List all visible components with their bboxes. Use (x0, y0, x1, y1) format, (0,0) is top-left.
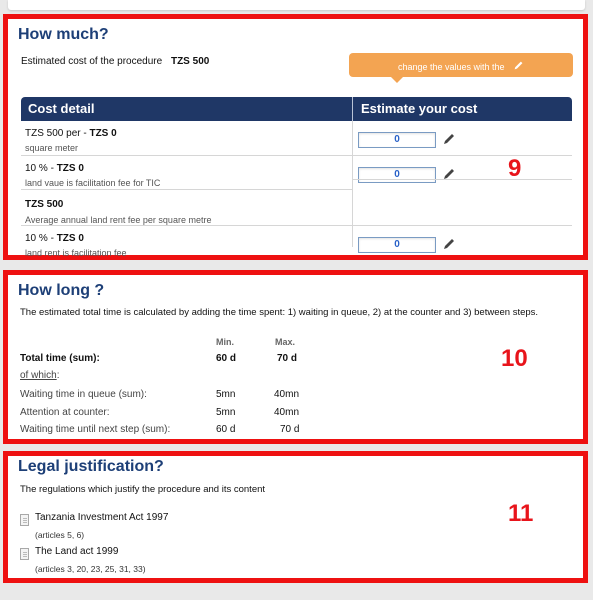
cost-row-2-amount: TZS 0 (56, 163, 84, 174)
row-divider (353, 179, 572, 180)
row-divider (21, 225, 572, 226)
legal-item-2-name[interactable]: The Land act 1999 (35, 546, 118, 557)
col-cost-detail: Cost detail (28, 101, 95, 116)
annotation-marker-11: 11 (508, 500, 534, 527)
time-row-3-label: Waiting time until next step (sum): (20, 424, 171, 435)
cost-row-4-main: 10 % - TZS 0 (25, 233, 84, 244)
legal-item-2-articles: (articles 3, 20, 23, 25, 31, 33) (35, 564, 146, 574)
total-time-max: 70 d (277, 353, 298, 364)
cost-row-3-main: TZS 500 (25, 199, 63, 210)
estimated-cost-line: Estimated cost of the procedure TZS 500 (21, 56, 209, 67)
time-row-1-min: 5mn (216, 389, 236, 400)
annotation-marker-10: 10 (501, 345, 528, 372)
cost-row-2-prefix: 10 % - (25, 163, 57, 174)
of-which-link[interactable]: of which (20, 370, 57, 381)
pencil-icon (514, 61, 523, 70)
how-much-title: How much? (18, 26, 109, 43)
legal-title: Legal justification? (18, 458, 164, 475)
banner-text: change the values with the (397, 62, 505, 72)
previous-panel-edge (8, 0, 585, 10)
cost-table-header: Cost detail Estimate your cost (21, 97, 572, 121)
of-which-colon: : (56, 370, 60, 381)
legal-justification-panel: Legal justification? The regulations whi… (3, 451, 588, 583)
cost-row-2-main: 10 % - TZS 0 (25, 163, 84, 174)
time-row-1-label: Waiting time in queue (sum): (20, 389, 147, 400)
document-icon (20, 514, 29, 526)
total-time-label: Total time (sum): (20, 353, 100, 364)
estimated-cost-value: TZS 500 (170, 56, 210, 67)
cost-row-1-main: TZS 500 per - TZS 0 (25, 128, 117, 139)
how-long-title: How long ? (18, 282, 105, 299)
cost-row-1-prefix: TZS 500 per - (25, 128, 90, 139)
column-separator (352, 121, 353, 247)
how-long-panel: How long ? The estimated total time is c… (3, 270, 588, 444)
cost-row-4-input[interactable]: 0 (358, 237, 436, 253)
how-much-panel: How much? Estimated cost of the procedur… (3, 14, 588, 260)
pencil-icon[interactable] (442, 132, 456, 146)
row-divider (21, 155, 572, 156)
row-divider (21, 189, 353, 190)
cost-row-3-amount: TZS 500 (25, 199, 64, 210)
cost-row-2-sub: land vaue is facilitation fee for TIC (25, 178, 161, 188)
cost-row-2-input[interactable]: 0 (358, 167, 436, 183)
time-row-1-max: 40mn (274, 389, 300, 400)
time-row-3-min: 60 d (216, 424, 236, 435)
how-long-description: The estimated total time is calculated b… (20, 307, 539, 318)
estimated-cost-label: Estimated cost of the procedure (21, 56, 163, 67)
change-values-banner: change the values with the (349, 53, 573, 83)
time-row-2-label: Attention at counter: (20, 407, 110, 418)
cost-row-4-prefix: 10 % - (25, 233, 57, 244)
pencil-icon[interactable] (442, 237, 456, 251)
header-separator (352, 97, 353, 121)
col-min: Min. (216, 337, 234, 347)
cost-row-4-sub: land rent is facilitation fee (25, 248, 127, 258)
cost-row-4-amount: TZS 0 (56, 233, 84, 244)
col-estimate-your-cost: Estimate your cost (361, 101, 478, 116)
time-row-3-max: 70 d (280, 424, 300, 435)
col-max: Max. (275, 337, 296, 347)
time-row-2-min: 5mn (216, 407, 236, 418)
legal-item-1-articles: (articles 5, 6) (35, 530, 85, 540)
legal-item-1-name[interactable]: Tanzania Investment Act 1997 (35, 512, 168, 523)
cost-row-1-amount: TZS 0 (89, 128, 117, 139)
time-row-2-max: 40mn (274, 407, 300, 418)
of-which-line: of which: (20, 370, 59, 381)
cost-row-1-input[interactable]: 0 (358, 132, 436, 148)
cost-row-1-sub: square meter (25, 143, 79, 153)
legal-description: The regulations which justify the proced… (20, 484, 266, 495)
document-icon (20, 548, 29, 560)
cost-row-3-sub: Average annual land rent fee per square … (25, 215, 212, 225)
total-time-min: 60 d (216, 353, 237, 364)
